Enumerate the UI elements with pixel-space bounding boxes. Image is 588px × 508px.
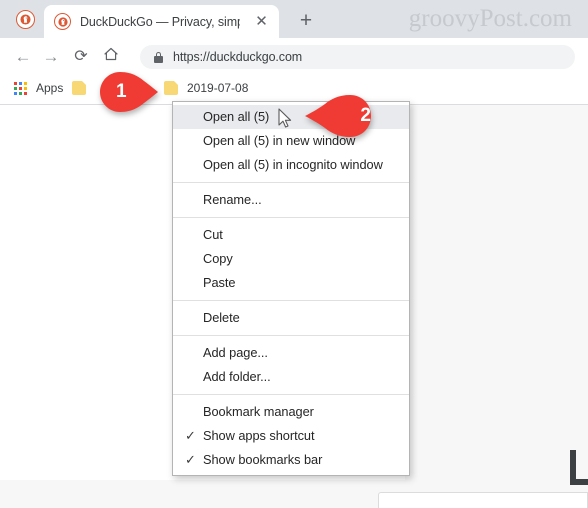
menu-group: Add page... Add folder...	[173, 341, 409, 389]
annotation-marker-1: 1	[100, 72, 158, 112]
duck-glyph	[20, 14, 31, 25]
folder-icon	[72, 81, 86, 95]
back-icon[interactable]: ←	[12, 46, 34, 68]
annotation-marker-2: 2	[305, 95, 371, 137]
menu-item-delete[interactable]: Delete	[173, 306, 409, 330]
menu-item-cut[interactable]: Cut	[173, 223, 409, 247]
tab-title: DuckDuckGo — Privacy, simplifie	[80, 14, 240, 29]
checkmark-icon: ✓	[185, 452, 196, 467]
folder-icon	[164, 81, 178, 95]
new-tab-button[interactable]: +	[295, 10, 317, 32]
menu-separator	[173, 217, 409, 218]
menu-item-paste[interactable]: Paste	[173, 271, 409, 295]
page-bottom-panel	[378, 492, 588, 508]
browser-toolbar: ← → ⟳ https://duckduckgo.com	[0, 38, 588, 76]
duckduckgo-icon	[16, 10, 35, 29]
duck-glyph	[57, 16, 68, 27]
menu-item-open-all-incognito[interactable]: Open all (5) in incognito window	[173, 153, 409, 177]
marker-teardrop-left-icon	[305, 95, 371, 137]
apps-shortcut-label: Apps	[36, 81, 64, 95]
checkmark-icon: ✓	[185, 428, 196, 443]
menu-group: Cut Copy Paste	[173, 223, 409, 295]
browser-window: DuckDuckGo — Privacy, simplifie ✕ + groo…	[0, 0, 588, 508]
watermark: groovyPost.com	[408, 5, 572, 32]
apps-grid-icon	[14, 81, 27, 95]
menu-separator	[173, 394, 409, 395]
marker-teardrop-right-icon	[100, 72, 158, 112]
menu-item-show-bookmarks-bar[interactable]: ✓ Show bookmarks bar	[173, 448, 409, 472]
browser-tab[interactable]: DuckDuckGo — Privacy, simplifie ✕	[44, 5, 279, 38]
menu-group: Rename...	[173, 188, 409, 212]
menu-separator	[173, 300, 409, 301]
menu-item-open-all-new-window[interactable]: Open all (5) in new window	[173, 129, 409, 153]
bookmark-folder-label: 2019-07-08	[187, 81, 249, 95]
forward-icon[interactable]: →	[40, 46, 62, 68]
menu-item-copy[interactable]: Copy	[173, 247, 409, 271]
menu-group: Bookmark manager ✓ Show apps shortcut ✓ …	[173, 400, 409, 472]
menu-item-add-folder[interactable]: Add folder...	[173, 365, 409, 389]
tab-favicon-duckduckgo-icon	[54, 13, 71, 30]
menu-item-bookmark-manager[interactable]: Bookmark manager	[173, 400, 409, 424]
reload-icon[interactable]: ⟳	[70, 46, 92, 68]
bookmark-folder-item-2019-07-08[interactable]: 2019-07-08	[164, 81, 248, 95]
menu-separator	[173, 182, 409, 183]
bookmark-folder-item[interactable]	[72, 81, 95, 95]
menu-separator	[173, 335, 409, 336]
menu-item-show-apps-shortcut[interactable]: ✓ Show apps shortcut	[173, 424, 409, 448]
address-bar[interactable]: https://duckduckgo.com	[140, 45, 575, 69]
home-glyph	[104, 47, 118, 61]
menu-item-label: Show bookmarks bar	[203, 452, 323, 467]
menu-item-label: Show apps shortcut	[203, 428, 315, 443]
close-icon[interactable]: ✕	[254, 14, 269, 29]
menu-item-rename[interactable]: Rename...	[173, 188, 409, 212]
page-corner-graphic	[570, 450, 588, 485]
home-icon[interactable]	[100, 46, 122, 68]
menu-group: Delete	[173, 306, 409, 330]
bookmark-context-menu: Open all (5) Open all (5) in new window …	[172, 101, 410, 476]
lock-icon	[154, 51, 163, 63]
menu-item-add-page[interactable]: Add page...	[173, 341, 409, 365]
menu-group: Open all (5) Open all (5) in new window …	[173, 105, 409, 177]
apps-shortcut-button[interactable]: Apps	[14, 81, 63, 95]
address-bar-url: https://duckduckgo.com	[173, 50, 303, 64]
menu-item-open-all[interactable]: Open all (5)	[173, 105, 409, 129]
tab-strip: DuckDuckGo — Privacy, simplifie ✕ + groo…	[0, 0, 588, 38]
